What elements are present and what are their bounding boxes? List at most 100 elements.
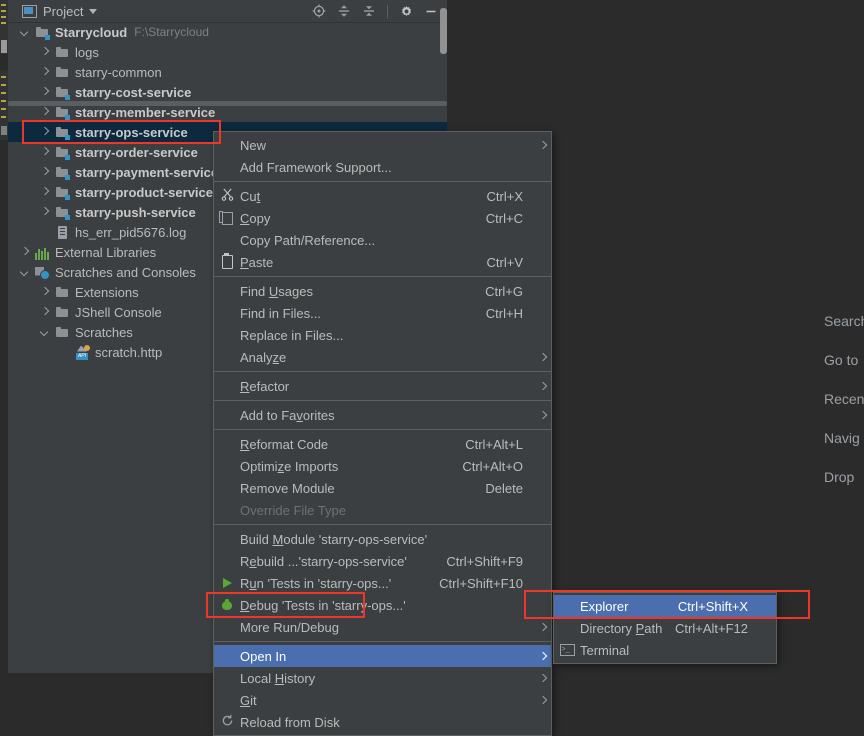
chevron-down-icon[interactable] — [40, 327, 51, 338]
chevron-right-icon[interactable] — [40, 287, 51, 298]
gear-icon[interactable] — [396, 1, 416, 21]
menu-item[interactable]: Debug 'Tests in 'starry-ops...' — [214, 594, 551, 616]
menu-item[interactable]: Rebuild ...'starry-ops-service' Ctrl+Shif… — [214, 550, 551, 572]
menu-item-icon-slot — [214, 616, 240, 638]
tree-arrow-placeholder — [60, 347, 71, 358]
chevron-right-icon[interactable] — [40, 207, 51, 218]
menu-item[interactable]: Copy Ctrl+C — [214, 207, 551, 229]
menu-item-label: Copy Path/Reference... — [240, 232, 376, 248]
editor-hint: Go to — [824, 352, 859, 368]
tree-row-label: scratch.http — [95, 344, 163, 360]
folder-icon — [55, 325, 70, 340]
menu-item[interactable]: New — [214, 134, 551, 156]
menu-item-label: Cut — [240, 188, 261, 204]
menu-item-icon-slot — [214, 156, 240, 178]
folder-icon — [55, 305, 70, 320]
folder-icon — [55, 45, 70, 60]
menu-separator — [214, 181, 551, 182]
tree-row[interactable]: starry-common — [8, 62, 447, 82]
menu-item[interactable]: Optimize Imports Ctrl+Alt+O — [214, 455, 551, 477]
menu-item[interactable]: Directory Path Ctrl+Alt+F12 — [554, 617, 776, 639]
menu-item[interactable]: Paste Ctrl+V — [214, 251, 551, 273]
minimize-icon[interactable] — [421, 1, 441, 21]
menu-item[interactable]: More Run/Debug — [214, 616, 551, 638]
menu-item-label: Refactor — [240, 378, 290, 394]
menu-item[interactable]: >_ Terminal — [554, 639, 776, 661]
menu-item-icon-slot — [214, 477, 240, 499]
menu-item[interactable]: Reload from Disk — [214, 711, 551, 733]
tree-arrow-placeholder — [40, 227, 51, 238]
menu-item-shortcut: Ctrl+G — [485, 283, 523, 299]
menu-item-icon-slot — [214, 594, 240, 616]
menu-item[interactable]: Build Module 'starry-ops-service' — [214, 528, 551, 550]
tree-row[interactable]: starry-cost-service — [8, 82, 447, 102]
menu-item-icon-slot — [214, 711, 240, 733]
menu-item-icon-slot — [214, 550, 240, 572]
menu-item[interactable]: Cut Ctrl+X — [214, 185, 551, 207]
menu-item[interactable]: Find in Files... Ctrl+H — [214, 302, 551, 324]
chevron-down-icon[interactable] — [20, 267, 31, 278]
tree-row[interactable]: Starrycloud F:\Starrycloud — [8, 22, 447, 42]
open-in-submenu[interactable]: Explorer Ctrl+Shift+X Directory Path Ctrl+A… — [553, 592, 777, 664]
chevron-right-icon[interactable] — [40, 307, 51, 318]
menu-item-icon-slot — [214, 667, 240, 689]
chevron-right-icon[interactable] — [40, 147, 51, 158]
menu-item-label: New — [240, 137, 267, 153]
chevron-right-icon[interactable] — [40, 127, 51, 138]
project-title-dropdown[interactable]: Project — [22, 2, 98, 20]
chevron-right-icon[interactable] — [20, 247, 31, 258]
menu-item-shortcut: Ctrl+Shift+X — [677, 598, 748, 614]
menu-item[interactable]: Refactor — [214, 375, 551, 397]
menu-item-icon-slot — [214, 280, 240, 302]
menu-item-label: Open In — [240, 648, 287, 664]
editor-gutter-strip[interactable] — [0, 0, 8, 673]
run-icon — [222, 578, 232, 588]
context-menu[interactable]: New Add Framework Support... Cut Ctrl+X Copy… — [213, 131, 552, 736]
tree-row-label: starry-cost-service — [75, 84, 192, 100]
tree-horizontal-scrollbar[interactable] — [8, 100, 447, 107]
menu-item-label: Directory Path — [580, 620, 663, 636]
scratch-console-icon — [35, 265, 50, 280]
menu-item[interactable]: Run 'Tests in 'starry-ops...' Ctrl+Shift+… — [214, 572, 551, 594]
chevron-right-icon — [535, 383, 551, 389]
chevron-right-icon[interactable] — [40, 47, 51, 58]
menu-item[interactable]: Explorer Ctrl+Shift+X — [554, 595, 776, 617]
menu-item-label: Add Framework Support... — [240, 159, 392, 175]
panel-title: Project — [43, 3, 84, 19]
menu-item[interactable]: Replace in Files... — [214, 324, 551, 346]
menu-item[interactable]: Git — [214, 689, 551, 711]
chevron-right-icon[interactable] — [40, 187, 51, 198]
menu-item-label: Rebuild ...'starry-ops-service' — [240, 553, 407, 569]
menu-item[interactable]: Analyze — [214, 346, 551, 368]
tree-vertical-scrollbar-thumb[interactable] — [440, 8, 447, 54]
menu-item[interactable]: Local History — [214, 667, 551, 689]
module-icon — [35, 25, 50, 40]
expand-all-icon[interactable] — [334, 1, 354, 21]
menu-item-icon-slot — [214, 499, 240, 521]
menu-item[interactable]: Copy Path/Reference... — [214, 229, 551, 251]
menu-item-icon-slot — [214, 324, 240, 346]
menu-item[interactable]: Add to Favorites — [214, 404, 551, 426]
collapse-all-icon[interactable] — [359, 1, 379, 21]
menu-item-label: Git — [240, 692, 257, 708]
menu-item[interactable]: Find Usages Ctrl+G — [214, 280, 551, 302]
hscroll-thumb[interactable] — [8, 101, 447, 106]
project-icon — [22, 4, 37, 18]
chevron-right-icon[interactable] — [40, 167, 51, 178]
menu-item-shortcut: Ctrl+Alt+O — [462, 458, 523, 474]
chevron-down-icon[interactable] — [20, 27, 31, 38]
menu-separator — [214, 641, 551, 642]
chevron-right-icon — [535, 675, 551, 681]
menu-item-icon-slot — [214, 572, 240, 594]
chevron-right-icon[interactable] — [40, 67, 51, 78]
menu-item-icon-slot — [214, 302, 240, 324]
menu-item[interactable]: Reformat Code Ctrl+Alt+L — [214, 433, 551, 455]
menu-item[interactable]: Open In — [214, 645, 551, 667]
menu-item-icon-slot — [214, 689, 240, 711]
tree-row[interactable]: logs — [8, 42, 447, 62]
menu-item[interactable]: Remove Module Delete — [214, 477, 551, 499]
chevron-right-icon[interactable] — [40, 87, 51, 98]
menu-item[interactable]: Add Framework Support... — [214, 156, 551, 178]
chevron-right-icon[interactable] — [40, 107, 51, 118]
locate-icon[interactable] — [309, 1, 329, 21]
